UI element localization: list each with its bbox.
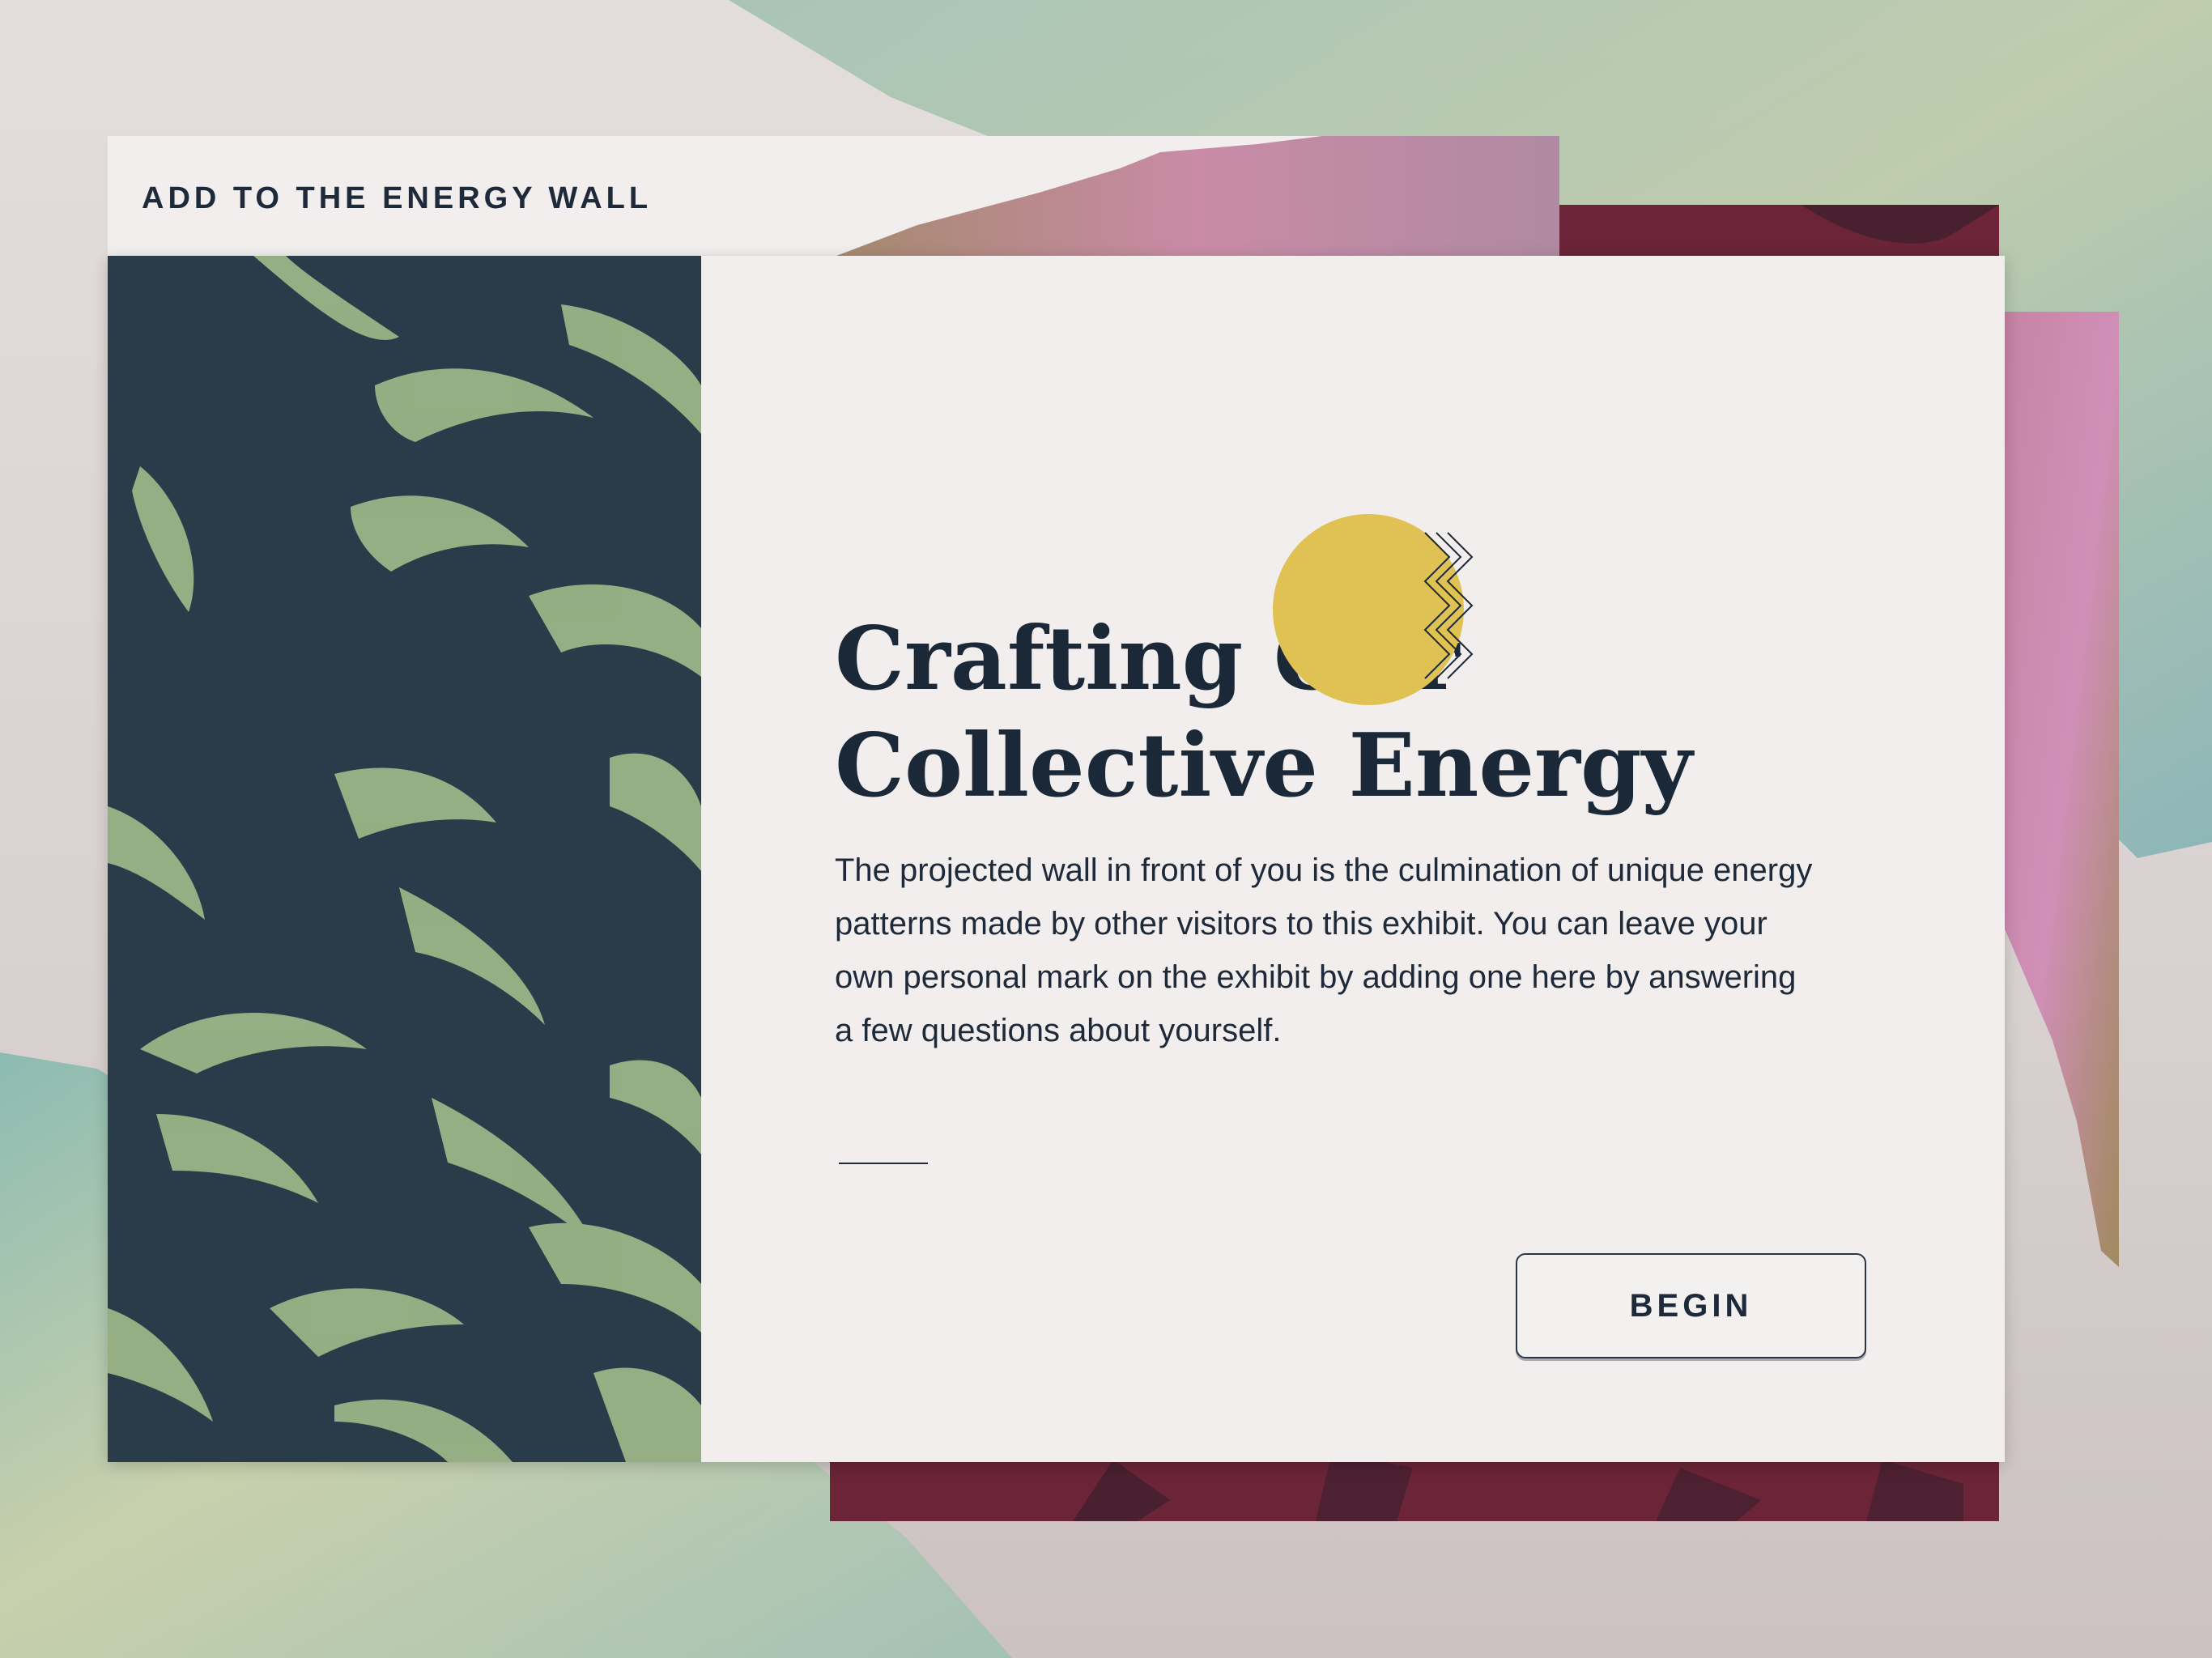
pink-back-card	[2004, 312, 2119, 1461]
section-label: ADD TO THE ENERGY WALL	[142, 181, 653, 215]
energy-art-panel	[108, 256, 701, 1462]
top-header-strip: ADD TO THE ENERGY WALL	[108, 136, 1559, 256]
divider-rule	[839, 1163, 928, 1164]
decor-graphic	[1273, 514, 1474, 705]
intro-description: The projected wall in front of you is th…	[835, 852, 1813, 1048]
intro-card: Crafting Our Collective Energy The proje…	[108, 256, 2005, 1462]
begin-button[interactable]: BEGIN	[1516, 1253, 1866, 1358]
title-line-2: Collective Energy	[835, 715, 1693, 817]
